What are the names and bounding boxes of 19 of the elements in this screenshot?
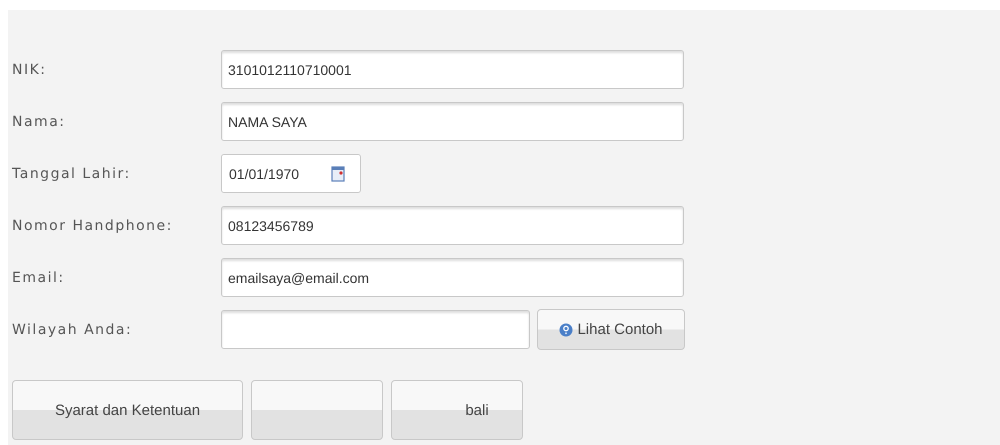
field-label: Wilayah Anda: <box>12 322 134 338</box>
example-button[interactable]: Lihat Contoh <box>537 309 685 350</box>
text-field[interactable]: emailsaya@email.com <box>221 258 684 297</box>
date-field[interactable]: 01/01/1970 <box>221 154 361 193</box>
blank-button[interactable] <box>251 380 383 440</box>
help-icon <box>559 322 574 336</box>
field-label: NIK: <box>12 62 48 78</box>
text-field[interactable]: NAMA SAYA <box>221 102 684 141</box>
field-label: Tanggal Lahir: <box>12 166 132 182</box>
text-field[interactable]: 3101012110710001 <box>221 50 684 89</box>
field-label: Email: <box>12 270 66 286</box>
form-button[interactable]: bali <box>391 380 523 440</box>
field-label: Nomor Handphone: <box>12 218 174 234</box>
date-value: 01/01/1970 <box>228 166 300 182</box>
text-field[interactable]: 08123456789 <box>221 206 684 245</box>
field-label: Nama: <box>12 114 66 130</box>
calendar-icon[interactable] <box>331 166 345 182</box>
region-field[interactable] <box>221 310 530 349</box>
form-button[interactable]: Syarat dan Ketentuan <box>12 380 243 440</box>
